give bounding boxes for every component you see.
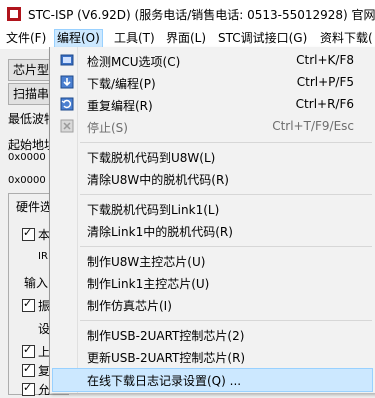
start-address-value[interactable]: 0x0000 bbox=[8, 152, 46, 163]
check-mcu-icon bbox=[60, 54, 74, 66]
menu-item-make-emulation-chip[interactable]: 制作仿真芯片(I) bbox=[53, 294, 372, 316]
stop-icon bbox=[60, 119, 74, 133]
menu-separator bbox=[80, 194, 372, 195]
menu-bar: 文件(F) 编程(O) 工具(T) 界面(L) STC调试接口(G) 资料下载( bbox=[0, 28, 375, 49]
menu-item-online-download-log-settings[interactable]: 在线下载日志记录设置(Q) ... bbox=[52, 368, 373, 392]
checkbox-option-7[interactable] bbox=[22, 362, 35, 377]
menu-item-update-usb2uart-chip[interactable]: 更新USB-2UART控制芯片(R) bbox=[53, 346, 372, 368]
menu-program[interactable]: 编程(O) bbox=[54, 29, 103, 48]
repeat-program-icon bbox=[60, 97, 74, 111]
menu-item-stop[interactable]: 停止(S) Ctrl+T/F9/Esc bbox=[53, 116, 372, 138]
checkbox-option-1[interactable] bbox=[22, 226, 35, 241]
option-2-label: IR bbox=[38, 251, 48, 262]
menu-item-download-offline-u8w[interactable]: 下载脱机代码到U8W(L) bbox=[53, 146, 372, 168]
menu-item-make-link1-chip[interactable]: 制作Link1主控芯片(U) bbox=[53, 272, 372, 294]
menu-item-download-offline-link1[interactable]: 下载脱机代码到Link1(L) bbox=[53, 198, 372, 220]
second-address-value[interactable]: 0x0000 bbox=[8, 175, 46, 186]
hardware-options-tab[interactable]: 硬件选 bbox=[16, 198, 52, 215]
window-title: STC-ISP (V6.92D) (服务电话/销售电话: 0513-550129… bbox=[28, 8, 375, 22]
download-icon bbox=[60, 75, 74, 89]
menu-item-clear-offline-link1[interactable]: 清除Link1中的脱机代码(R) bbox=[53, 220, 372, 242]
program-menu-dropdown: 检测MCU选项(C) Ctrl+K/F8 下载/编程(P) Ctrl+P/F5 … bbox=[49, 47, 375, 393]
menu-file[interactable]: 文件(F) bbox=[4, 30, 48, 47]
menu-interface[interactable]: 界面(L) bbox=[164, 30, 208, 47]
menu-separator bbox=[80, 246, 372, 247]
menu-separator bbox=[80, 320, 372, 321]
menu-item-clear-offline-u8w[interactable]: 清除U8W中的脱机代码(R) bbox=[53, 168, 372, 190]
menu-item-check-mcu[interactable]: 检测MCU选项(C) Ctrl+K/F8 bbox=[53, 50, 372, 72]
menu-item-repeat-program[interactable]: 重复编程(R) Ctrl+R/F6 bbox=[53, 94, 372, 116]
menu-item-download-program[interactable]: 下载/编程(P) Ctrl+P/F5 bbox=[53, 72, 372, 94]
app-icon bbox=[7, 7, 21, 21]
checkbox-option-6[interactable] bbox=[22, 343, 35, 358]
menu-stc-debug[interactable]: STC调试接口(G) bbox=[216, 30, 309, 47]
menu-item-make-u8w-chip[interactable]: 制作U8W主控芯片(U) bbox=[53, 250, 372, 272]
title-bar: STC-ISP (V6.92D) (服务电话/销售电话: 0513-550129… bbox=[0, 0, 375, 28]
menu-item-make-usb2uart-chip[interactable]: 制作USB-2UART控制芯片(2) bbox=[53, 324, 372, 346]
menu-downloads[interactable]: 资料下载( bbox=[318, 30, 375, 47]
checkbox-option-4[interactable] bbox=[22, 297, 35, 312]
option-3-label: 输入I bbox=[24, 276, 52, 290]
checkbox-option-8[interactable] bbox=[22, 381, 35, 396]
menu-tools[interactable]: 工具(T) bbox=[112, 30, 157, 47]
menu-separator bbox=[80, 142, 372, 143]
